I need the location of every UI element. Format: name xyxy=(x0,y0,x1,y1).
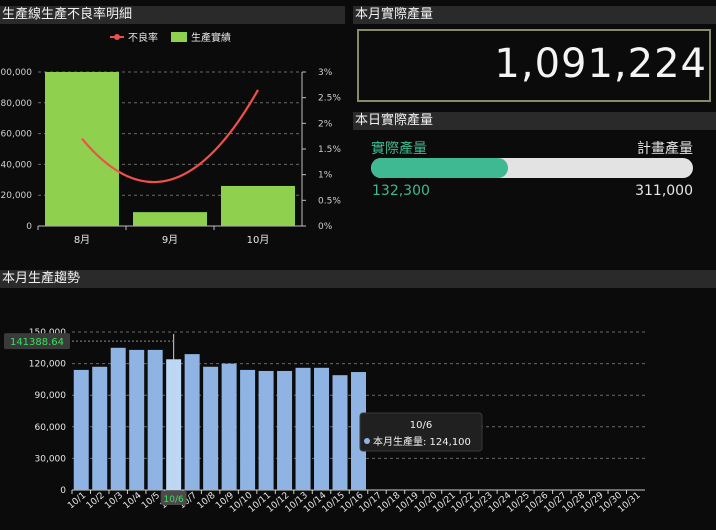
legend-label: 不良率 xyxy=(128,31,158,44)
legend-label: 生產實績 xyxy=(191,31,231,44)
y-tick-label-left: 60,000 xyxy=(1,130,33,140)
y-tick-label-left: 20,000 xyxy=(1,191,33,201)
trend-bar xyxy=(314,367,330,490)
planned-output-value: 311,000 xyxy=(635,183,693,199)
actual-output-value: 132,300 xyxy=(372,183,430,199)
y-tick-label-right: 3% xyxy=(318,68,333,78)
y-tick-label-left: 40,000 xyxy=(1,160,33,170)
y-tick-label-right: 2.5% xyxy=(318,94,341,104)
x-tick-label: 10/2 xyxy=(85,491,107,512)
month-total-value: 1,091,224 xyxy=(494,41,707,87)
y-tick-label-right: 0.5% xyxy=(318,196,341,206)
trend-bar xyxy=(295,367,311,490)
actual-output-label: 實際產量 xyxy=(371,141,427,157)
x-tick-label: 9月 xyxy=(162,234,178,246)
defect-bar xyxy=(45,72,119,226)
trend-bar xyxy=(203,366,219,490)
tooltip-label: 本月生產量: 124,100 xyxy=(373,435,471,448)
x-tick-label: 10月 xyxy=(247,234,270,246)
y-tick-label-right: 0% xyxy=(318,222,333,232)
trend-bar xyxy=(147,349,163,490)
y-tick-label: 60,000 xyxy=(35,423,67,433)
defect-rate-chart: 不良率 生產實績 0 20,000 40,000 60,000 80,000 100,000 0… xyxy=(0,31,341,246)
trend-bar xyxy=(110,347,126,490)
y-tick-label-left: 0 xyxy=(26,222,32,232)
y-tick-label: 120,000 xyxy=(29,360,66,370)
today-output-title: 本日實際產量 xyxy=(353,112,716,130)
trend-bar xyxy=(240,369,256,490)
x-tick-label: 10/4 xyxy=(122,490,144,511)
trend-bar xyxy=(258,370,274,490)
trend-bar xyxy=(92,366,108,490)
y-tick-label-right: 2% xyxy=(318,119,333,129)
y-tick-label-right: 1% xyxy=(318,171,333,181)
defect-bar xyxy=(221,185,295,226)
trend-bar xyxy=(129,349,145,490)
month-total-title: 本月實際產量 xyxy=(353,6,716,24)
y-tick-label: 90,000 xyxy=(35,391,67,401)
planned-output-label: 計畫產量 xyxy=(637,141,693,157)
trend-bar xyxy=(73,369,89,490)
today-progress-fill xyxy=(371,158,508,178)
crosshair-y-value: 141388.64 xyxy=(10,337,64,348)
trend-bar xyxy=(332,375,348,490)
trend-bar xyxy=(184,354,200,490)
monthly-trend-chart: 030,00060,00090,000120,000150,00010/110/… xyxy=(4,328,645,515)
y-tick-label-left: 80,000 xyxy=(1,99,33,109)
trend-bar xyxy=(277,370,293,490)
y-tick-label-left: 100,000 xyxy=(0,68,32,78)
defect-bar xyxy=(133,212,207,226)
x-tick-label: 10/8 xyxy=(196,490,218,511)
month-total-box: 1,091,224 xyxy=(357,29,711,102)
legend-bar-marker xyxy=(171,32,187,42)
x-tick-label: 10/3 xyxy=(103,491,125,512)
y-tick-label-right: 1.5% xyxy=(318,145,341,155)
trend-panel-title: 本月生產趨勢 xyxy=(0,270,716,288)
x-tick-label: 8月 xyxy=(74,234,90,246)
x-tick-label: 10/1 xyxy=(66,491,88,512)
trend-bar xyxy=(221,363,237,490)
y-tick-label: 30,000 xyxy=(35,454,67,464)
x-tick-label: 10/5 xyxy=(140,491,162,512)
today-progress-bar xyxy=(371,158,693,178)
defect-panel-title: 生產線生產不良率明細 xyxy=(0,6,345,24)
y-tick-label: 0 xyxy=(60,486,66,496)
tooltip-series-dot xyxy=(364,438,370,444)
tooltip-title: 10/6 xyxy=(410,420,432,431)
legend-line-dot xyxy=(114,34,120,40)
crosshair-x-value: 10/6 xyxy=(164,495,184,505)
